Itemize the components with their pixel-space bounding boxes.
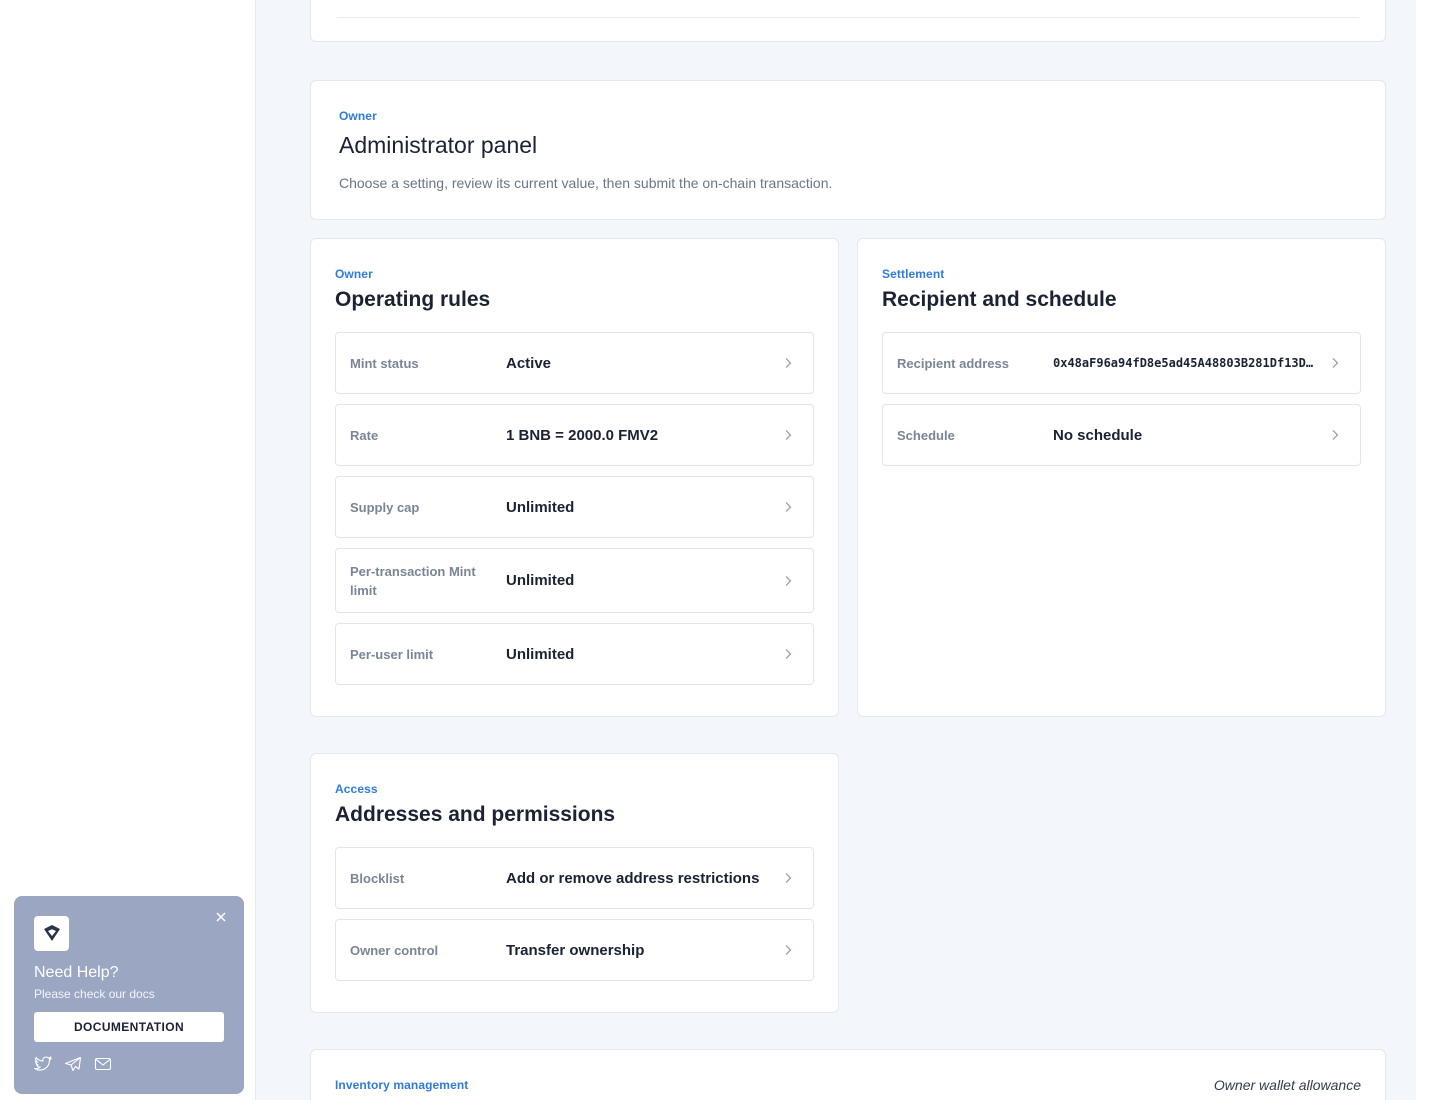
setting-row-mint-status[interactable]: Mint status Active — [335, 332, 814, 394]
setting-value: Active — [506, 354, 552, 372]
access-card: Access Addresses and permissions Blockli… — [310, 753, 839, 1013]
help-title: Need Help? — [34, 964, 119, 981]
setting-row-per-transaction-limit[interactable]: Per-transaction Mint limit Unlimited — [335, 548, 814, 613]
previous-card — [310, 0, 1386, 42]
access-title: Addresses and permissions — [335, 803, 616, 826]
setting-label: Blocklist — [350, 870, 405, 886]
setting-label: Recipient address — [897, 355, 1009, 371]
chevron-right-icon — [785, 430, 792, 440]
right-gutter — [1416, 0, 1440, 1100]
mail-icon[interactable] — [94, 1056, 112, 1072]
chevron-right-icon — [785, 649, 792, 659]
chevron-right-icon — [785, 502, 792, 512]
setting-value: Unlimited — [506, 645, 575, 663]
admin-panel-header: Owner Administrator panel Choose a setti… — [310, 80, 1386, 220]
setting-row-recipient-address[interactable]: Recipient address 0x48aF96a94fD8e5ad45A4… — [882, 332, 1361, 394]
access-eyebrow: Access — [335, 782, 378, 796]
social-links — [34, 1056, 224, 1072]
setting-label: Mint status — [350, 355, 419, 371]
chevron-right-icon — [785, 945, 792, 955]
settlement-eyebrow: Settlement — [882, 267, 945, 281]
chevron-right-icon — [785, 358, 792, 368]
setting-row-per-user-limit[interactable]: Per-user limit Unlimited — [335, 623, 814, 685]
setting-row-blocklist[interactable]: Blocklist Add or remove address restrict… — [335, 847, 814, 909]
setting-label: Owner control — [350, 942, 439, 958]
operating-rules-title: Operating rules — [335, 288, 491, 311]
documentation-button[interactable]: DOCUMENTATION — [34, 1012, 224, 1042]
help-subtitle: Please check our docs — [34, 987, 155, 1001]
setting-value: 1 BNB = 2000.0 FMV2 — [506, 426, 659, 444]
settlement-card: Settlement Recipient and schedule Recipi… — [857, 238, 1386, 717]
setting-value: Add or remove address restrictions — [506, 869, 760, 887]
page-title: Administrator panel — [339, 132, 538, 158]
setting-label: Per-transaction Mint limit — [350, 563, 476, 598]
recipient-address-value: 0x48aF96a94fD8e5ad45A48803B281Df13D… — [1053, 356, 1314, 370]
chevron-right-icon — [1332, 430, 1339, 440]
setting-row-schedule[interactable]: Schedule No schedule — [882, 404, 1361, 466]
operating-rules-card: Owner Operating rules Mint status Active… — [310, 238, 839, 717]
setting-label: Per-user limit — [350, 646, 434, 662]
owner-wallet-allowance-label: Owner wallet allowance — [1213, 1077, 1361, 1093]
setting-label: Rate — [350, 427, 379, 443]
telegram-icon[interactable] — [64, 1056, 82, 1072]
setting-value: Unlimited — [506, 572, 575, 589]
operating-rules-eyebrow: Owner — [335, 267, 373, 281]
setting-row-supply-cap[interactable]: Supply cap Unlimited — [335, 476, 814, 538]
twitter-icon[interactable] — [34, 1056, 52, 1072]
diamond-logo-icon — [34, 916, 69, 951]
inventory-eyebrow: Inventory management — [335, 1078, 469, 1092]
setting-value: Transfer ownership — [506, 941, 645, 959]
setting-label: Schedule — [897, 427, 955, 443]
admin-panel-description: Choose a setting, review its current val… — [339, 175, 833, 191]
help-widget: Need Help? Please check our docs DOCUMEN… — [14, 896, 244, 1094]
setting-row-owner-control[interactable]: Owner control Transfer ownership — [335, 919, 814, 981]
setting-label: Supply cap — [350, 499, 420, 515]
chevron-right-icon — [1332, 358, 1339, 368]
divider — [337, 17, 1359, 18]
inventory-card: Inventory management Owner wallet allowa… — [310, 1049, 1386, 1100]
setting-value: No schedule — [1053, 426, 1143, 444]
admin-panel-eyebrow: Owner — [339, 109, 377, 123]
chevron-right-icon — [785, 575, 792, 586]
setting-value: Unlimited — [506, 498, 575, 516]
chevron-right-icon — [785, 873, 792, 883]
settlement-title: Recipient and schedule — [882, 288, 1117, 311]
setting-row-rate[interactable]: Rate 1 BNB = 2000.0 FMV2 — [335, 404, 814, 466]
close-icon[interactable] — [214, 910, 228, 924]
